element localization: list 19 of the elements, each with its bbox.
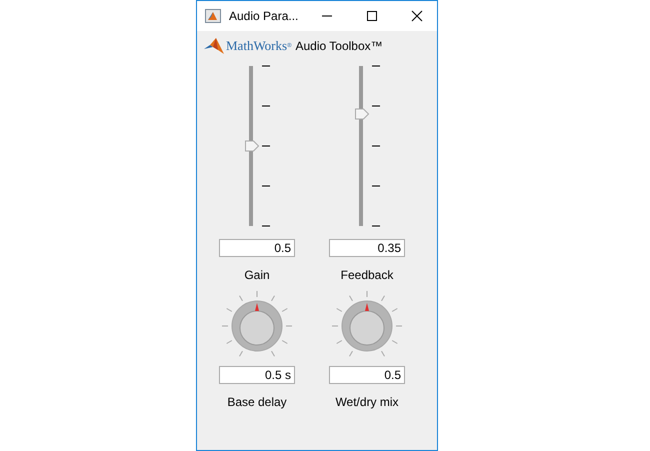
slider-label: Feedback	[340, 268, 394, 282]
knob-pointer	[365, 303, 369, 311]
knob-label: Base delay	[227, 395, 287, 409]
logo-icon	[204, 38, 224, 54]
maximize-icon[interactable]	[366, 10, 378, 22]
value-field[interactable]: 0.5	[219, 239, 295, 257]
window-title: Audio Para...	[229, 9, 300, 23]
slider-thumb[interactable]	[355, 108, 370, 120]
value-field[interactable]: 0.5 s	[219, 366, 295, 384]
knob-label: Wet/dry mix	[335, 395, 399, 409]
app-icon	[205, 9, 221, 23]
product-name: Audio Toolbox™	[295, 39, 383, 53]
knob-pointer	[255, 303, 259, 311]
value-field[interactable]: 0.5	[329, 366, 405, 384]
slider-thumb[interactable]	[245, 140, 260, 152]
close-icon[interactable]	[411, 10, 423, 22]
brand-name: MathWorks	[226, 38, 288, 54]
value-field[interactable]: 0.35	[329, 239, 405, 257]
slider-label: Gain	[244, 268, 270, 282]
